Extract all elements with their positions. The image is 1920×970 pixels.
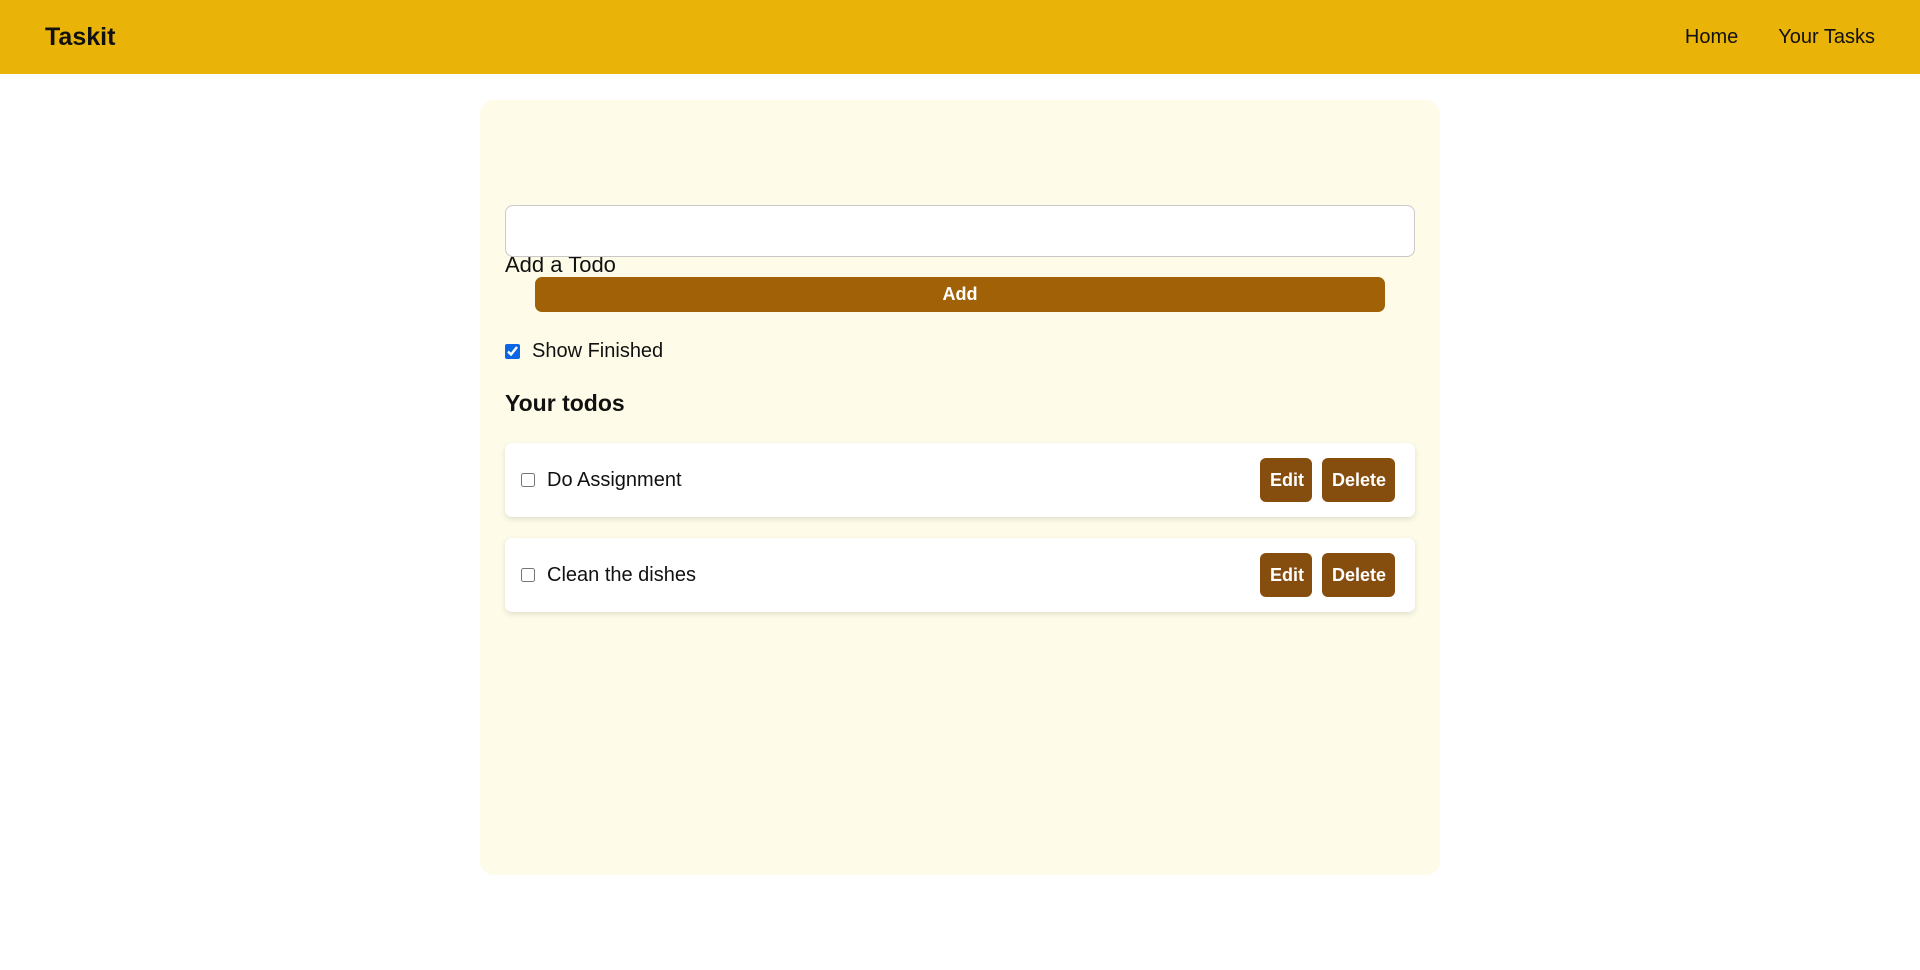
todo-item: Do Assignment Edit Delete [505,443,1415,517]
todo-item: Clean the dishes Edit Delete [505,538,1415,612]
todo-done-checkbox[interactable] [521,568,535,582]
show-finished-checkbox[interactable] [505,344,520,359]
delete-button[interactable]: Delete [1322,553,1395,597]
top-navbar: Taskit Home Your Tasks [0,0,1920,74]
nav-links: Home Your Tasks [1685,26,1875,49]
todo-text: Do Assignment [547,468,682,491]
edit-button[interactable]: Edit [1260,458,1312,502]
show-finished-toggle[interactable]: Show Finished [505,340,663,363]
nav-link-home[interactable]: Home [1685,26,1738,49]
nav-link-your-tasks[interactable]: Your Tasks [1778,26,1875,49]
brand-logo-text[interactable]: Taskit [45,23,115,52]
todo-done-checkbox[interactable] [521,473,535,487]
add-button[interactable]: Add [535,277,1385,312]
todo-input[interactable] [505,205,1415,257]
todo-text: Clean the dishes [547,563,696,586]
your-todos-heading: Your todos [505,390,625,416]
show-finished-label: Show Finished [532,340,664,362]
edit-button[interactable]: Edit [1260,553,1312,597]
delete-button[interactable]: Delete [1322,458,1395,502]
